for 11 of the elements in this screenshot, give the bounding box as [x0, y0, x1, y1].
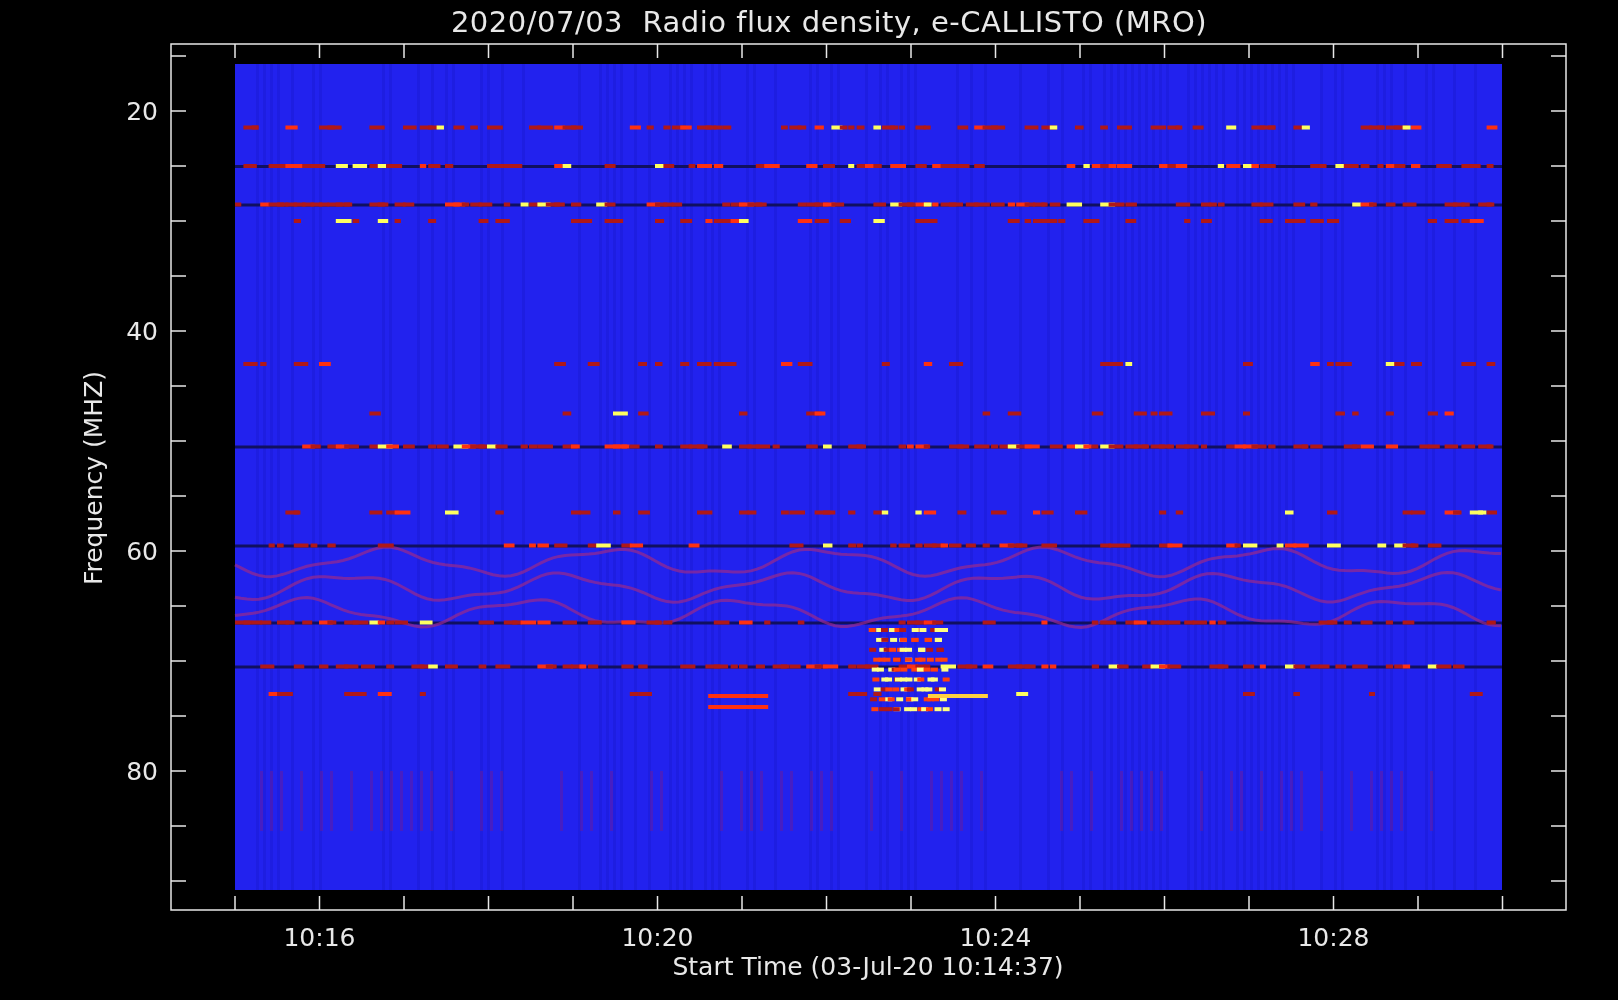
tick-label: 10:20 [621, 923, 694, 952]
axis-title: Start Time (03-Jul-20 10:14:37) [672, 952, 1064, 981]
axis-title: Frequency (MHZ) [79, 370, 108, 586]
tick-label: 40 [126, 317, 158, 346]
tick-label: 10:28 [1297, 923, 1370, 952]
tick-label: 10:24 [959, 923, 1032, 952]
tick-label: 20 [126, 97, 158, 126]
tick-label: 10:16 [283, 923, 356, 952]
chart-title: 2020/07/03 Radio flux density, e-CALLISTO (MRO) [449, 4, 1208, 39]
tick-label: 60 [126, 537, 158, 566]
tick-label: 80 [126, 757, 158, 786]
